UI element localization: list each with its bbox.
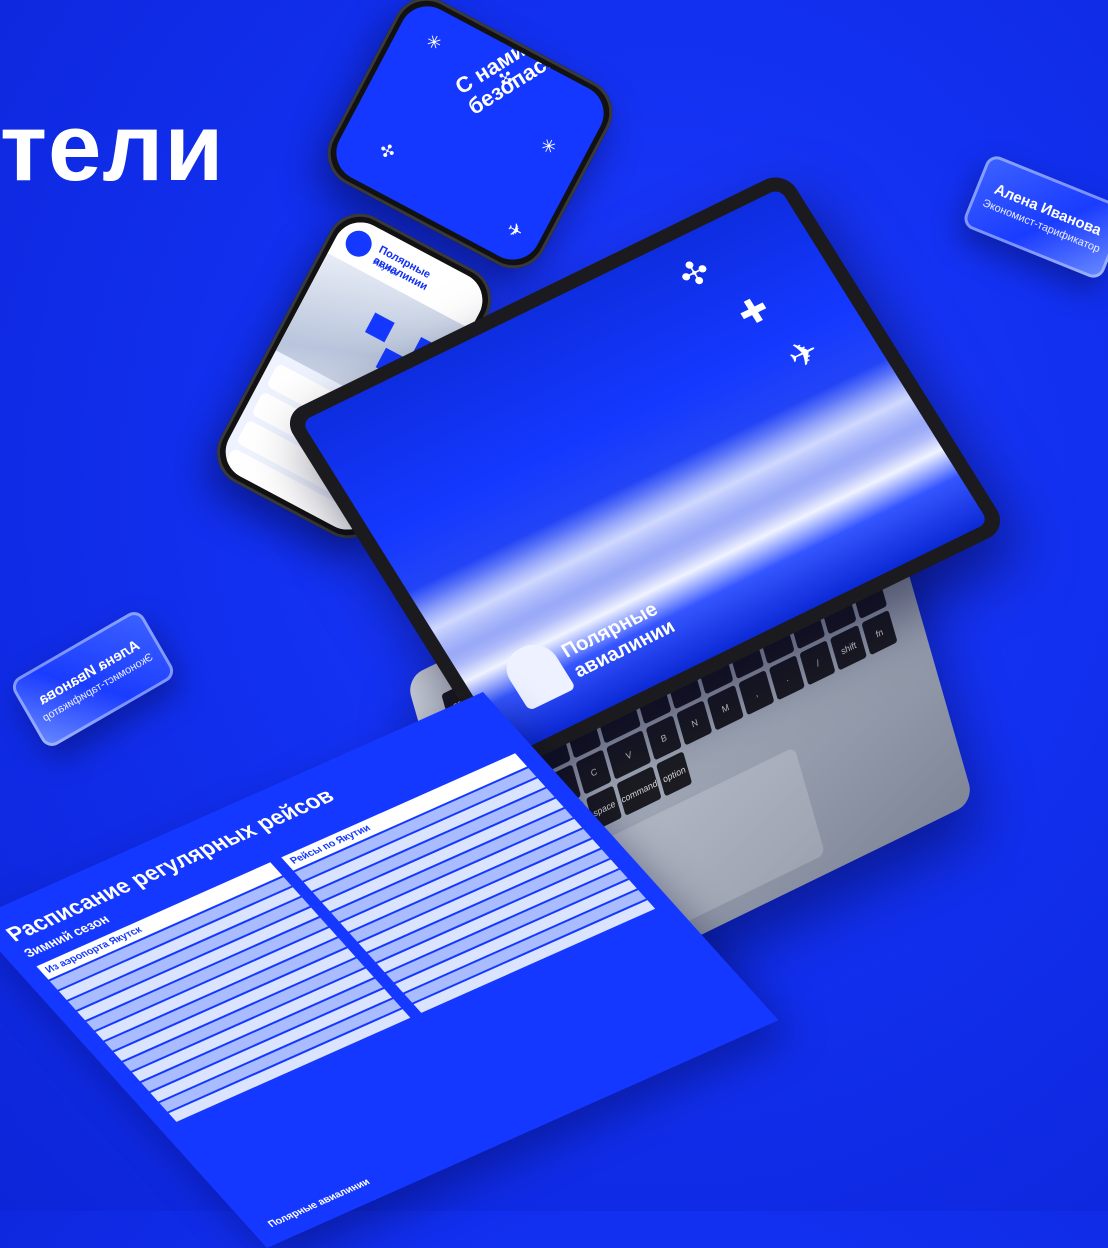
- star-icon: ✳: [422, 30, 446, 55]
- keyboard-key[interactable]: /: [799, 640, 837, 686]
- cross-icon: ✣: [672, 251, 719, 297]
- cross-icon: ✣: [375, 138, 399, 164]
- tile-icon: [364, 312, 395, 343]
- plane-icon: ✈: [503, 218, 527, 243]
- keyboard-key[interactable]: ,: [738, 670, 775, 716]
- badge-card-left: Алена Иванова Экономист-тарификатор: [8, 607, 178, 751]
- keyboard-key[interactable]: M: [707, 685, 744, 731]
- plane-icon: ✈: [781, 331, 827, 377]
- keyboard-key[interactable]: N: [676, 700, 713, 746]
- keyboard-key[interactable]: option: [655, 751, 693, 797]
- keyboard-key[interactable]: shift: [830, 625, 867, 671]
- phone-slogan: С нами безопасно: [451, 18, 574, 120]
- keyboard-key[interactable]: .: [768, 655, 806, 701]
- tail-icon: ✚: [731, 289, 777, 335]
- avatar: [341, 226, 377, 262]
- schedule-footer: Полярные авиалинии: [265, 1176, 373, 1230]
- headline: тели: [0, 94, 225, 201]
- star-icon: ✳: [537, 134, 560, 159]
- badge-card-right: Алена Иванова Экономист-тарификатор: [960, 152, 1108, 282]
- keyboard-key[interactable]: fn: [861, 610, 898, 656]
